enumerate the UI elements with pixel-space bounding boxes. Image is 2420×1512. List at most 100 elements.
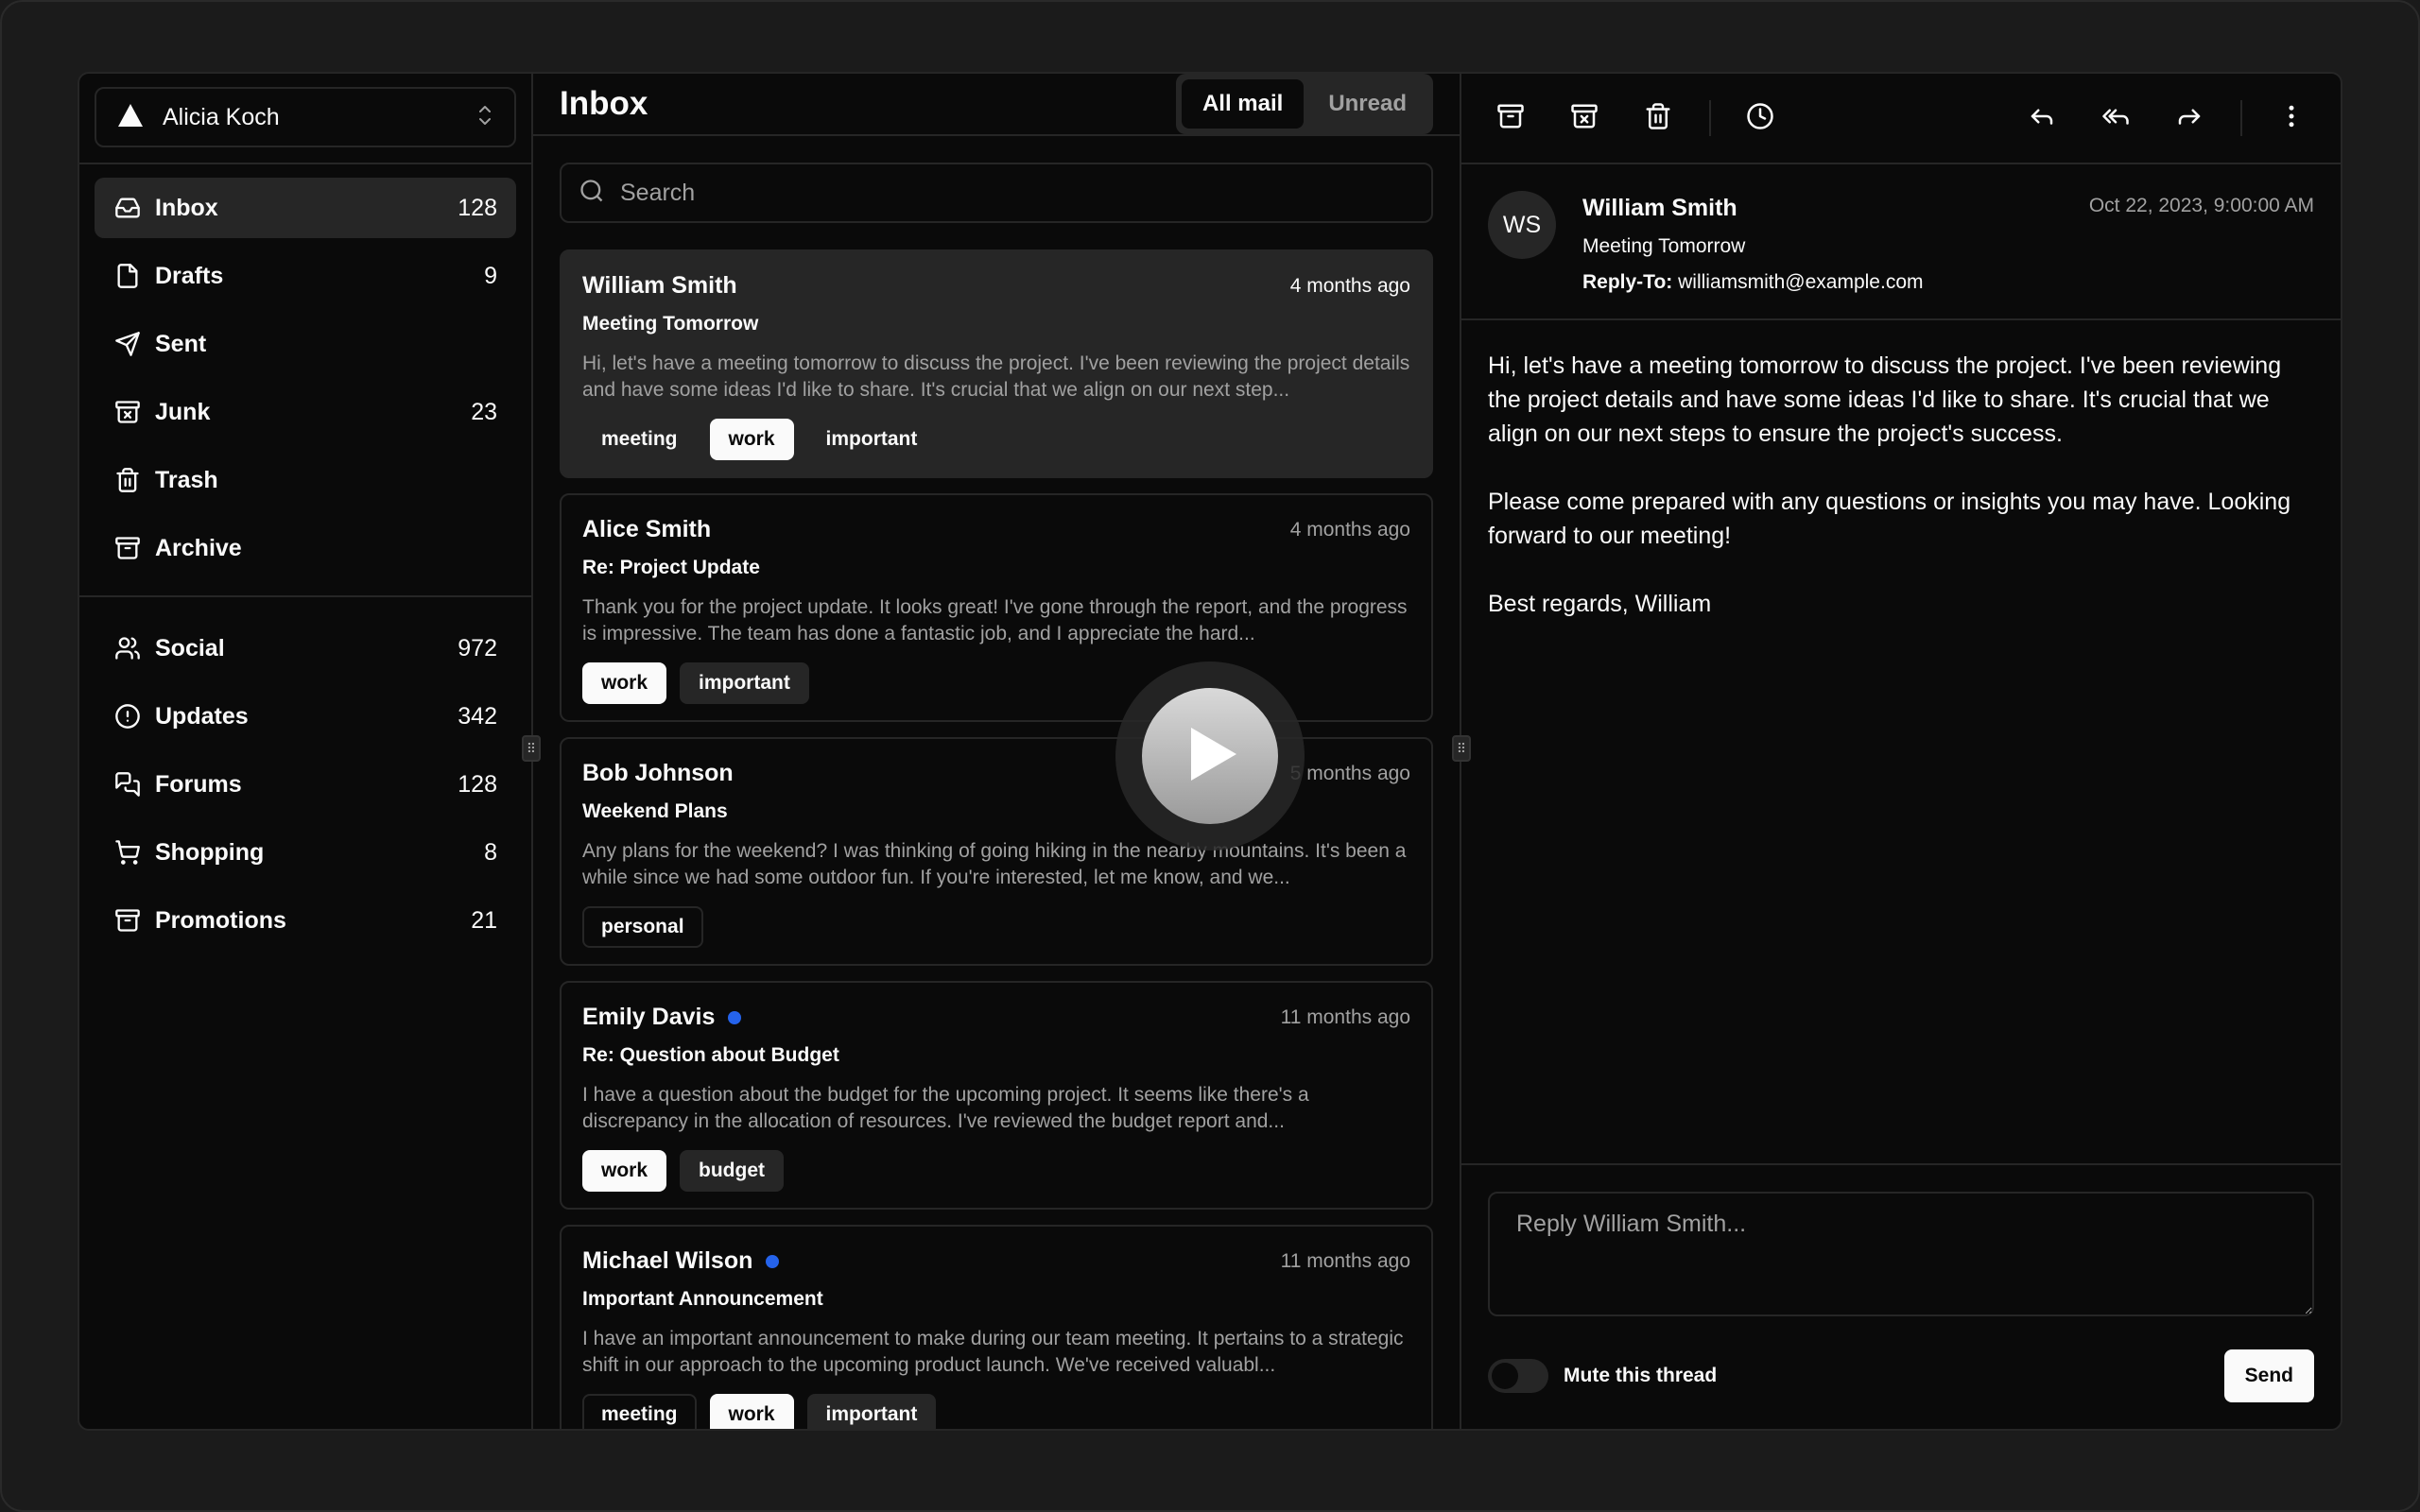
label-badge: meeting (582, 1394, 697, 1429)
mail-date: Oct 22, 2023, 9:00:00 AM (2088, 195, 2314, 216)
clock-icon (1746, 102, 1774, 135)
mail-item[interactable]: Emily Davis 11 months ago Re: Question a… (560, 981, 1433, 1210)
resize-handle-right[interactable]: ⠿ (1452, 735, 1471, 762)
sender-name: William Smith (582, 272, 737, 299)
search-wrap (533, 136, 1460, 223)
mail-item[interactable]: Michael Wilson 11 months ago Important A… (560, 1225, 1433, 1429)
reply-textarea[interactable] (1488, 1192, 2314, 1316)
send-icon (113, 330, 142, 358)
nav-item-promotions[interactable]: Promotions 21 (95, 890, 516, 951)
move-to-trash-button[interactable] (1628, 88, 1688, 148)
archive-button[interactable] (1480, 88, 1541, 148)
nav-item-updates[interactable]: Updates 342 (95, 686, 516, 747)
label-badge: important (680, 662, 809, 704)
label-badge: important (806, 1394, 937, 1429)
nav-label: Shopping (155, 838, 265, 866)
toolbar-divider (2240, 100, 2242, 136)
mail-labels: meeting work important (582, 419, 1410, 460)
snooze-button[interactable] (1730, 88, 1790, 148)
account-area: Alicia Koch (79, 74, 531, 164)
mail-preview: Any plans for the weekend? I was thinkin… (582, 840, 1407, 888)
mute-thread-label: Mute this thread (1564, 1365, 1718, 1386)
messages-icon (113, 770, 142, 799)
nav-count: 128 (458, 194, 497, 221)
nav-count: 8 (484, 838, 497, 866)
list-header: Inbox All mail Unread (533, 74, 1460, 136)
mute-thread-toggle[interactable] (1488, 1359, 1548, 1393)
nav-item-social[interactable]: Social 972 (95, 618, 516, 679)
tab-unread[interactable]: Unread (1307, 79, 1427, 129)
nav-label: Updates (155, 702, 249, 730)
mail-item[interactable]: Alice Smith 4 months ago Re: Project Upd… (560, 493, 1433, 722)
label-badge: work (582, 1150, 667, 1192)
mail-preview: Thank you for the project update. It loo… (582, 596, 1408, 644)
label-badge: work (709, 1394, 794, 1429)
account-switcher[interactable]: Alicia Koch (95, 87, 516, 147)
mail-item-header: William Smith 4 months ago (582, 272, 1410, 300)
search-input[interactable] (620, 179, 1414, 207)
trash-icon (113, 466, 142, 494)
forward-icon (2175, 102, 2204, 135)
reply-to-line: Reply-To: williamsmith@example.com (1582, 271, 2063, 294)
more-vertical-icon (2277, 102, 2306, 135)
mail-labels: work budget (582, 1150, 1410, 1192)
play-button[interactable] (1142, 688, 1278, 824)
sender-name: Bob Johnson (582, 760, 734, 786)
reply-area: Mute this thread Send (1461, 1163, 2341, 1429)
account-name: Alicia Koch (163, 103, 280, 130)
mail-items: William Smith 4 months ago Meeting Tomor… (533, 223, 1460, 1429)
more-button[interactable] (2261, 88, 2322, 148)
search-icon (579, 178, 605, 209)
nav-count: 23 (471, 398, 497, 425)
nav-item-inbox[interactable]: Inbox 128 (95, 178, 516, 238)
forward-button[interactable] (2159, 88, 2220, 148)
sender-name: Emily Davis (582, 1004, 716, 1030)
mail-subject: Meeting Tomorrow (582, 313, 759, 335)
sender-name: Alice Smith (582, 516, 712, 542)
mail-item[interactable]: William Smith 4 months ago Meeting Tomor… (560, 249, 1433, 478)
nav-label: Social (155, 634, 225, 662)
tab-all-mail[interactable]: All mail (1181, 79, 1305, 129)
grip-vertical-icon: ⠿ (526, 741, 537, 756)
reply-all-button[interactable] (2085, 88, 2146, 148)
page-title: Inbox (560, 85, 648, 122)
mail-date: 4 months ago (1289, 274, 1410, 297)
send-button[interactable]: Send (2223, 1349, 2314, 1402)
nav-label: Junk (155, 398, 211, 425)
reply-to-address: williamsmith@example.com (1678, 271, 1924, 293)
label-badge: budget (680, 1150, 784, 1192)
nav-item-trash[interactable]: Trash (95, 450, 516, 510)
reply-button[interactable] (2012, 88, 2072, 148)
cart-icon (113, 838, 142, 867)
nav-item-junk[interactable]: Junk 23 (95, 382, 516, 442)
nav-item-shopping[interactable]: Shopping 8 (95, 822, 516, 883)
nav-item-drafts[interactable]: Drafts 9 (95, 246, 516, 306)
label-badge: meeting (601, 428, 678, 450)
chevrons-up-down-icon (476, 103, 493, 132)
unread-dot (766, 1254, 780, 1268)
move-to-junk-button[interactable] (1554, 88, 1615, 148)
label-badge: work (709, 419, 794, 460)
resize-handle-left[interactable]: ⠿ (522, 735, 541, 762)
archive-icon (113, 534, 142, 562)
nav-count: 342 (458, 702, 497, 730)
grip-vertical-icon: ⠿ (1456, 741, 1467, 756)
archive-icon (1496, 102, 1525, 135)
nav-item-forums[interactable]: Forums 128 (95, 754, 516, 815)
archive-icon (113, 906, 142, 935)
mail-date: 4 months ago (1289, 518, 1410, 541)
mail-date: 11 months ago (1280, 1249, 1410, 1272)
nav-count: 21 (471, 906, 497, 934)
video-play-overlay[interactable] (1115, 662, 1305, 850)
nav-label: Promotions (155, 906, 286, 934)
mail-subject: Important Announcement (582, 1288, 823, 1310)
unread-dot (728, 1010, 742, 1024)
mail-body: Hi, let's have a meeting tomorrow to dis… (1488, 352, 2291, 617)
inbox-icon (113, 194, 142, 222)
nav-item-sent[interactable]: Sent (95, 314, 516, 374)
mail-display-panel: WS William Smith Meeting Tomorrow Reply-… (1461, 74, 2341, 1429)
nav-label: Inbox (155, 194, 218, 221)
mail-item-header: Emily Davis 11 months ago (582, 1004, 1410, 1031)
nav-label: Trash (155, 466, 218, 493)
nav-item-archive[interactable]: Archive (95, 518, 516, 578)
